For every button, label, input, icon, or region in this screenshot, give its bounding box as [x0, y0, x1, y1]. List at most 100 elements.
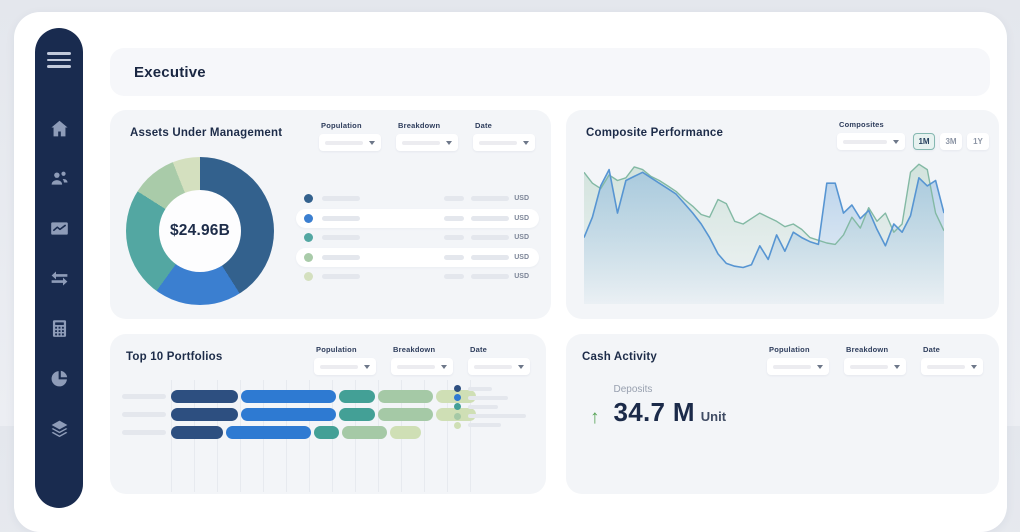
portfolio-legend-item — [454, 394, 526, 401]
population-select[interactable] — [319, 134, 381, 151]
bar-label-skeleton — [122, 412, 166, 417]
aum-legend: USDUSDUSDUSDUSD — [296, 189, 539, 287]
filter-label: Date — [475, 121, 535, 130]
legend-name-skeleton — [322, 235, 360, 240]
top10-filters: Population Breakdown Date — [314, 345, 530, 375]
legend-name-skeleton — [468, 387, 492, 391]
aum-legend-row: USD — [296, 209, 539, 229]
aum-total-value: $24.96B — [170, 222, 230, 240]
legend-name-skeleton — [468, 414, 526, 418]
breakdown-select[interactable] — [391, 358, 453, 375]
sidebar-nav — [35, 28, 83, 508]
chevron-down-icon — [523, 141, 529, 145]
select-placeholder-skeleton — [927, 365, 965, 369]
page-title: Executive — [134, 64, 206, 81]
bar-segment — [171, 426, 223, 439]
portfolio-bars — [110, 390, 476, 444]
up-arrow-icon: ↑ — [590, 408, 600, 428]
bar-track — [171, 390, 476, 403]
legend-name-skeleton — [322, 274, 360, 279]
bar-segment — [171, 408, 238, 421]
allocation-pie-icon[interactable] — [47, 366, 71, 390]
filter-composites: Composites — [837, 120, 905, 150]
bar-track — [171, 408, 476, 421]
range-button-3m[interactable]: 3M — [940, 133, 962, 150]
population-select[interactable] — [314, 358, 376, 375]
legend-name-skeleton — [322, 255, 360, 260]
filter-label: Breakdown — [393, 345, 453, 354]
legend-value-skeleton — [444, 274, 464, 279]
deposits-label: Deposits — [614, 384, 727, 395]
bar-segment — [339, 390, 376, 403]
portfolio-legend-item — [454, 403, 526, 410]
home-icon[interactable] — [47, 116, 71, 140]
bar-segment — [241, 390, 336, 403]
perf-controls: Composites 1M 3M 1Y — [837, 120, 989, 150]
aum-legend-row: USD — [296, 189, 539, 209]
range-button-1m[interactable]: 1M — [913, 133, 935, 150]
chevron-down-icon — [518, 365, 524, 369]
select-placeholder-skeleton — [397, 365, 435, 369]
app-container: Executive Assets Under Management Popula… — [14, 12, 1007, 532]
legend-name-skeleton — [468, 396, 508, 400]
portfolio-bar-row — [110, 408, 476, 421]
filter-population: Population — [767, 345, 829, 375]
filter-date: Date — [921, 345, 983, 375]
deposits-unit: Unit — [701, 409, 726, 424]
legend-name-skeleton — [468, 405, 498, 409]
aum-donut-chart: $24.96B — [126, 157, 274, 305]
bar-label-skeleton — [122, 394, 166, 399]
range-button-1y[interactable]: 1Y — [967, 133, 989, 150]
card-title: Assets Under Management — [130, 127, 282, 139]
card-composite-performance: Composite Performance Composites 1M 3M 1… — [566, 110, 999, 319]
currency-label: USD — [514, 273, 529, 280]
users-icon[interactable] — [47, 166, 71, 190]
date-select[interactable] — [921, 358, 983, 375]
transfers-icon[interactable] — [47, 266, 71, 290]
performance-chart — [584, 150, 944, 304]
bar-segment — [241, 408, 336, 421]
performance-icon[interactable] — [47, 216, 71, 240]
filter-label: Date — [470, 345, 530, 354]
select-placeholder-skeleton — [850, 365, 888, 369]
legend-value-skeleton — [444, 216, 464, 221]
card-cash-activity: Cash Activity Population Breakdown Date … — [566, 334, 999, 494]
legend-dot — [454, 422, 461, 429]
performance-chart-svg — [584, 150, 944, 304]
population-select[interactable] — [767, 358, 829, 375]
deposits-metric: ↑ Deposits 34.7 M Unit — [590, 384, 726, 428]
legend-name-skeleton — [468, 423, 501, 427]
legend-value-skeleton — [444, 196, 464, 201]
aum-legend-row: USD — [296, 267, 539, 287]
menu-icon[interactable] — [47, 48, 71, 72]
breakdown-select[interactable] — [396, 134, 458, 151]
date-select[interactable] — [473, 134, 535, 151]
card-assets-under-management: Assets Under Management Population Break… — [110, 110, 551, 319]
card-title: Top 10 Portfolios — [126, 351, 222, 363]
legend-dot — [304, 272, 313, 281]
filter-date: Date — [473, 121, 535, 151]
portfolio-bar-row — [110, 426, 476, 439]
legend-dot — [304, 194, 313, 203]
currency-label: USD — [514, 254, 529, 261]
legend-dot — [454, 385, 461, 392]
date-select[interactable] — [468, 358, 530, 375]
chevron-down-icon — [817, 365, 823, 369]
select-placeholder-skeleton — [325, 141, 363, 145]
page-header: Executive — [110, 48, 990, 96]
filter-label: Breakdown — [398, 121, 458, 130]
chevron-down-icon — [971, 365, 977, 369]
calculator-icon[interactable] — [47, 316, 71, 340]
filter-date: Date — [468, 345, 530, 375]
filter-label: Population — [321, 121, 381, 130]
portfolio-legend-item — [454, 422, 526, 429]
donut-hole: $24.96B — [159, 190, 241, 272]
currency-label: USD — [514, 234, 529, 241]
filter-breakdown: Breakdown — [396, 121, 458, 151]
breakdown-select[interactable] — [844, 358, 906, 375]
layers-icon[interactable] — [47, 416, 71, 440]
legend-amount-skeleton — [471, 274, 509, 279]
aum-filters: Population Breakdown Date — [319, 121, 535, 151]
card-title: Composite Performance — [586, 127, 723, 139]
composites-select[interactable] — [837, 133, 905, 150]
